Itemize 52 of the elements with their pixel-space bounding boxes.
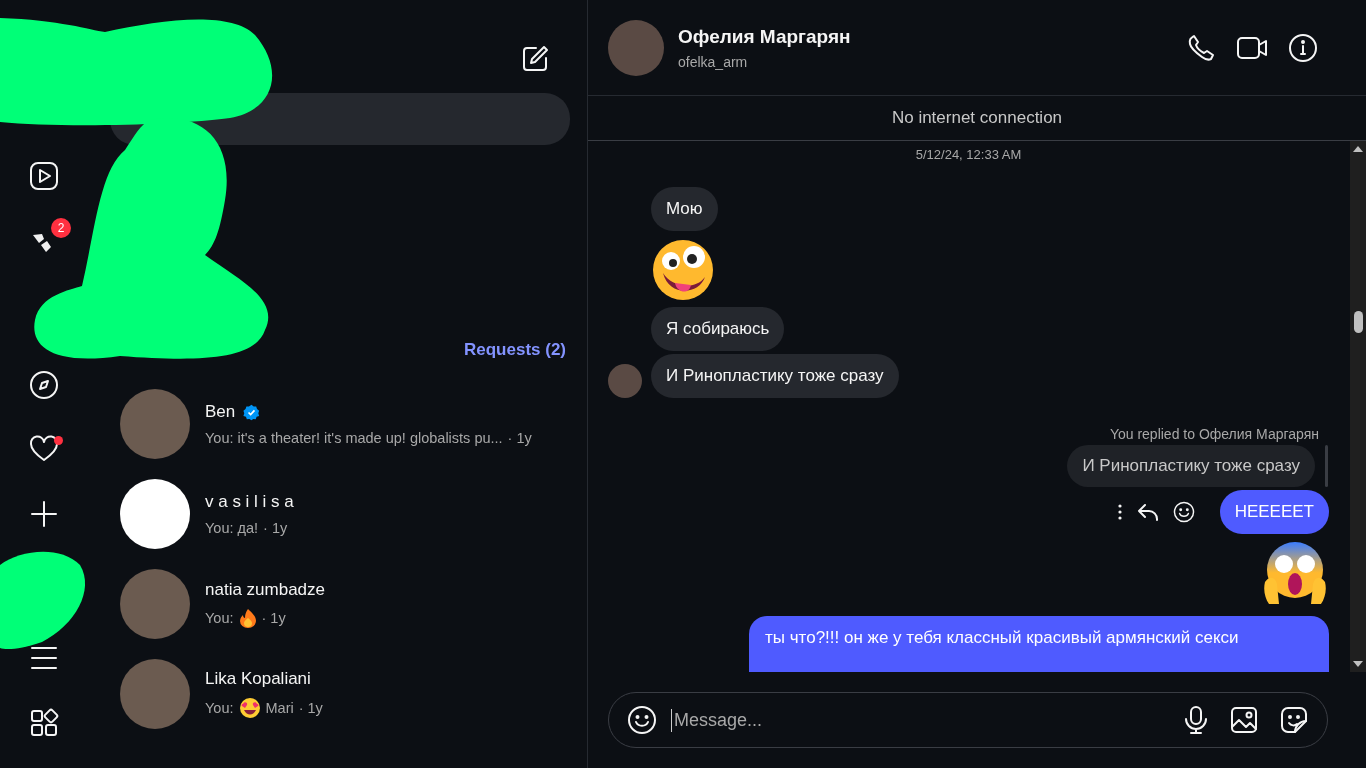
message-preview: You: it's a theater! it's made up! globalists pu... bbox=[205, 430, 503, 446]
image-icon[interactable] bbox=[1229, 705, 1259, 735]
message-field[interactable]: Message... bbox=[671, 708, 1169, 732]
compose-icon[interactable] bbox=[520, 44, 550, 74]
conversation-item[interactable]: Lika Kopaliani You: Mari · 1y bbox=[110, 649, 566, 739]
emoji-icon[interactable] bbox=[627, 705, 657, 735]
call-icon[interactable] bbox=[1186, 32, 1216, 63]
username: ofelka_arm bbox=[678, 53, 749, 70]
contact-name: natia zumbadze bbox=[205, 580, 326, 600]
scrollbar[interactable] bbox=[1350, 141, 1366, 672]
smiley-icon bbox=[238, 697, 261, 719]
scroll-up-icon[interactable] bbox=[1352, 145, 1364, 153]
emoji-icon[interactable] bbox=[1172, 501, 1195, 523]
contact-name: Lika Kopaliani bbox=[205, 669, 311, 689]
sticker-icon[interactable] bbox=[1279, 705, 1309, 735]
explore-icon[interactable] bbox=[29, 370, 59, 401]
message-bubble: Я собираюсь bbox=[651, 307, 785, 351]
contact-name: Ben bbox=[205, 402, 236, 422]
conversation-item[interactable]: v a s i l i s a You: да! · 1y bbox=[110, 469, 566, 559]
message-timestamp: 5/12/24, 12:33 AM bbox=[915, 147, 1022, 162]
grid-icon[interactable] bbox=[29, 707, 59, 738]
requests-link[interactable]: Requests (2) bbox=[463, 340, 566, 364]
notification-badge: 2 bbox=[51, 218, 71, 239]
scroll-thumb[interactable] bbox=[1353, 310, 1363, 333]
more-icon[interactable] bbox=[1116, 504, 1123, 520]
message-preview: You: bbox=[205, 700, 234, 716]
contact-name: v a s i l i s a bbox=[205, 492, 294, 512]
conversation-item[interactable]: natia zumbadze You: · 1y bbox=[110, 559, 566, 649]
message-preview: You: да! bbox=[205, 520, 259, 536]
message-bubble: Мою bbox=[651, 187, 718, 231]
scroll-down-icon[interactable] bbox=[1352, 660, 1364, 668]
connection-status: No internet connection bbox=[891, 108, 1063, 128]
message-time: · 1y bbox=[263, 520, 288, 536]
message-preview: You: bbox=[205, 610, 234, 626]
microphone-icon[interactable] bbox=[1183, 705, 1209, 735]
message-bubble: ты что?!!! он же у тебя классный красивый армянский секси bbox=[749, 616, 1329, 672]
reels-icon[interactable] bbox=[29, 161, 59, 192]
fire-icon bbox=[238, 608, 257, 628]
reply-icon[interactable] bbox=[1136, 502, 1159, 522]
message-time: · 1y bbox=[298, 700, 323, 716]
contact-name: Офелия Маргарян bbox=[678, 25, 852, 48]
message-time: · 1y bbox=[507, 430, 532, 446]
menu-icon[interactable] bbox=[29, 647, 59, 670]
conversation-item[interactable]: Ben You: it's a theater! it's made up! globalists pu... · 1y bbox=[110, 379, 566, 469]
quoted-message: И Ринопластику тоже сразу bbox=[1067, 445, 1315, 487]
message-preview: Mari bbox=[265, 700, 294, 716]
message-bubble: НЕЕЕЕЕТ bbox=[1219, 490, 1329, 534]
message-time: · 1y bbox=[261, 610, 286, 626]
info-icon[interactable] bbox=[1288, 32, 1318, 63]
reply-label: You replied to Офелия Маргарян bbox=[1109, 426, 1319, 442]
message-bubble: И Ринопластику тоже сразу bbox=[651, 354, 899, 398]
plus-icon[interactable] bbox=[29, 498, 59, 529]
